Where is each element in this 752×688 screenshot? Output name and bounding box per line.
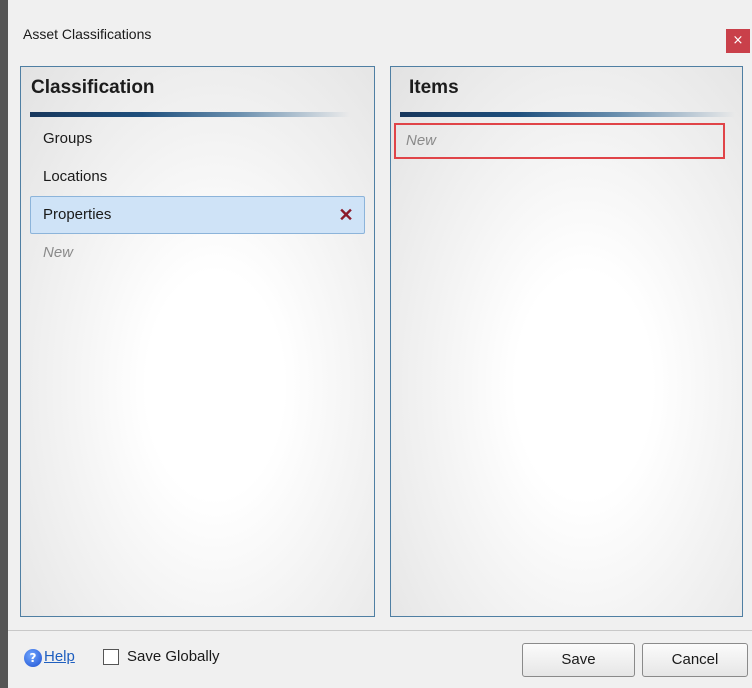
save-globally-label[interactable]: Save Globally bbox=[127, 648, 220, 665]
classification-item-properties[interactable]: Properties ✕ bbox=[30, 196, 365, 234]
close-button[interactable]: × bbox=[726, 29, 750, 53]
help-icon[interactable]: ? bbox=[24, 649, 42, 667]
list-item-label: Locations bbox=[43, 168, 108, 185]
classification-item-groups[interactable]: Groups bbox=[30, 120, 365, 158]
list-item-label: Groups bbox=[43, 130, 93, 147]
asset-classifications-dialog: Asset Classifications × Classification G… bbox=[8, 0, 752, 688]
classification-header: Classification bbox=[31, 77, 155, 98]
items-panel: Items New bbox=[390, 66, 743, 617]
save-button[interactable]: Save bbox=[522, 643, 635, 677]
footer-divider bbox=[8, 630, 752, 631]
header-underline bbox=[400, 112, 735, 117]
title-bar: Asset Classifications × bbox=[8, 0, 752, 62]
classification-new-item[interactable]: New bbox=[30, 234, 365, 272]
close-icon: × bbox=[732, 33, 744, 48]
cancel-button[interactable]: Cancel bbox=[642, 643, 748, 677]
header-underline bbox=[30, 112, 350, 117]
classification-list: Groups Locations Properties ✕ New bbox=[30, 120, 365, 272]
items-header: Items bbox=[409, 77, 459, 98]
delete-icon[interactable]: ✕ bbox=[336, 197, 356, 233]
save-globally-checkbox[interactable] bbox=[103, 649, 119, 665]
help-link[interactable]: Help bbox=[44, 648, 75, 665]
classification-item-locations[interactable]: Locations bbox=[30, 158, 365, 196]
classification-panel: Classification Groups Locations Properti… bbox=[20, 66, 375, 617]
window-title: Asset Classifications bbox=[23, 26, 152, 42]
items-new-input[interactable]: New bbox=[394, 123, 725, 159]
new-placeholder: New bbox=[43, 244, 74, 261]
list-item-label: Properties bbox=[43, 206, 112, 223]
new-placeholder: New bbox=[406, 132, 437, 149]
